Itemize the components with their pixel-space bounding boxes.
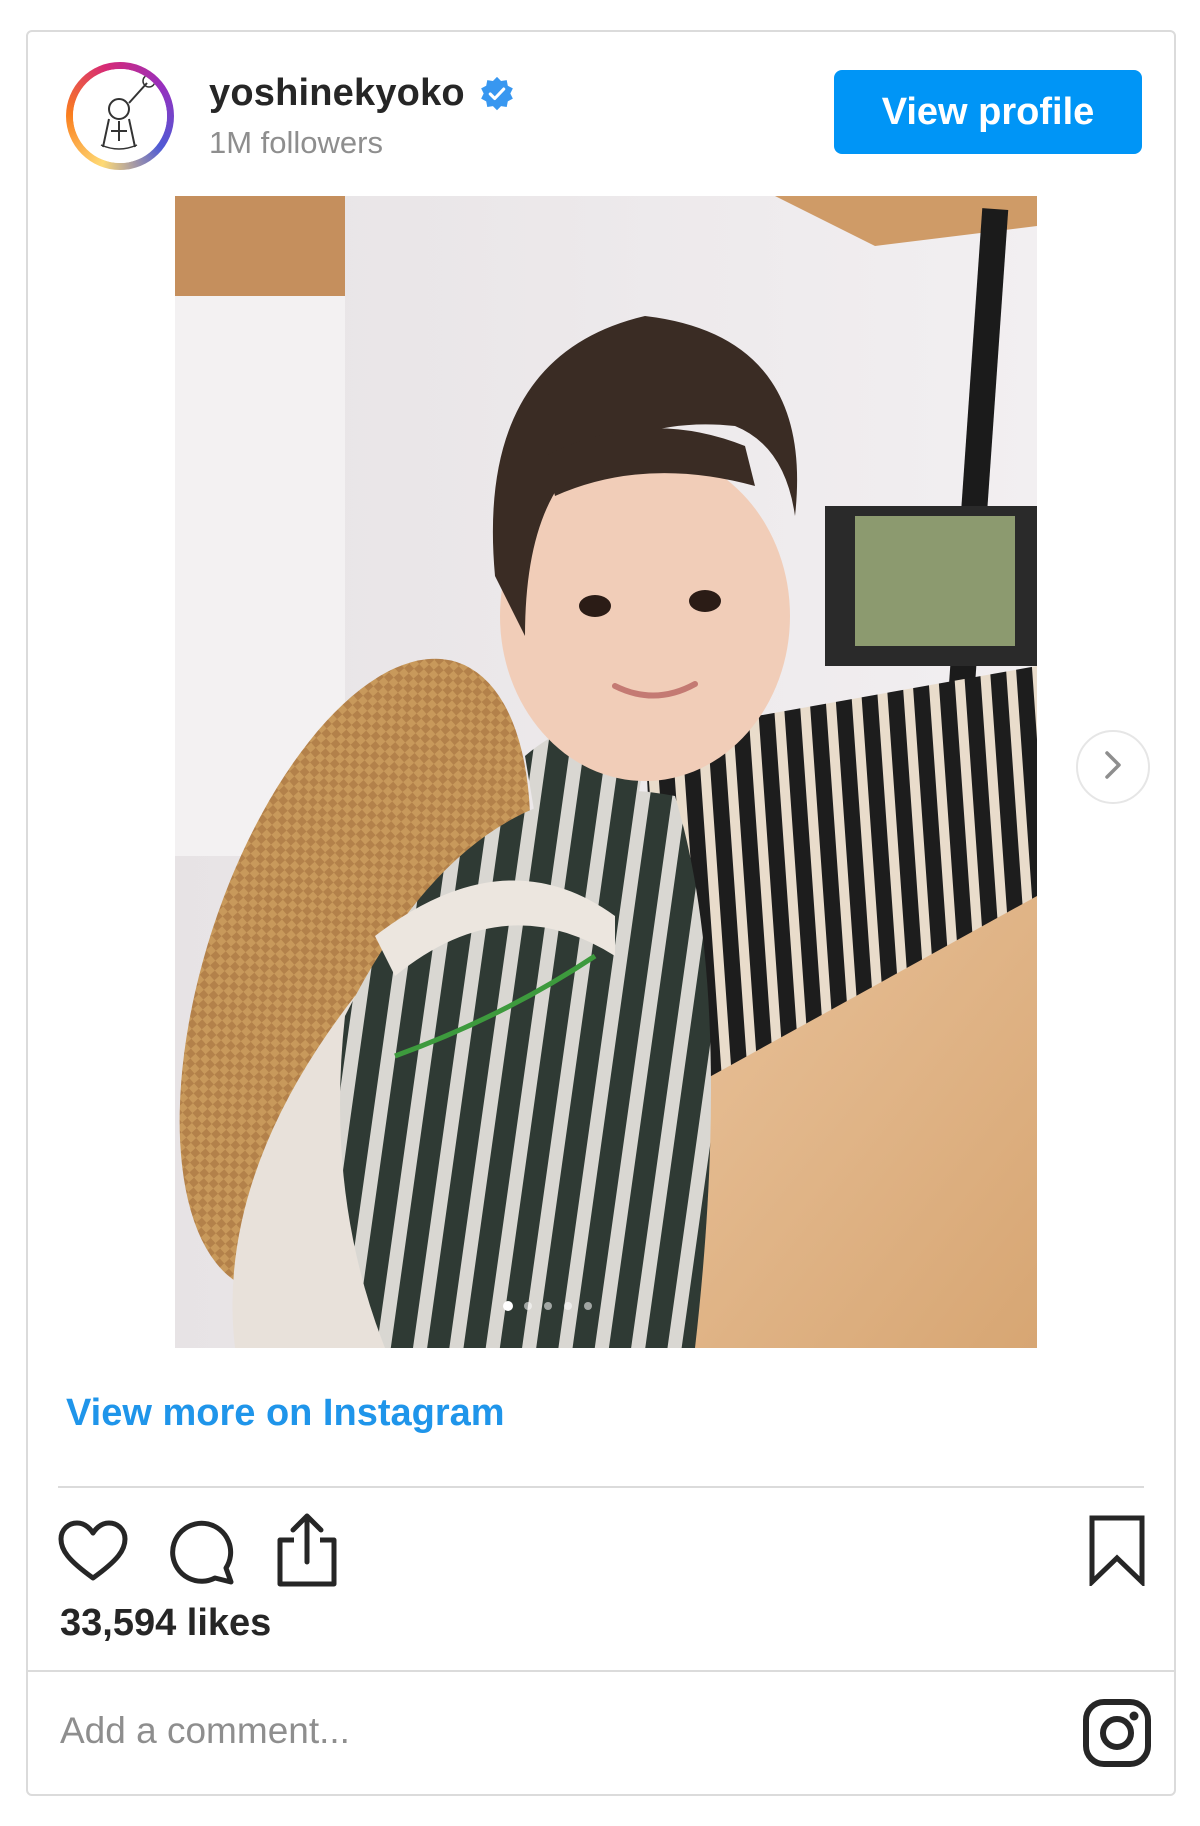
bookmark-icon — [1088, 1515, 1146, 1590]
followers-count: 1M followers — [209, 125, 383, 160]
post-photo[interactable] — [175, 196, 1037, 1348]
username-text[interactable]: yoshinekyoko — [209, 72, 465, 115]
instagram-logo-link[interactable] — [1082, 1698, 1152, 1773]
like-button[interactable] — [58, 1520, 128, 1589]
divider — [58, 1486, 1144, 1488]
chevron-right-icon — [1102, 750, 1124, 785]
heart-icon — [58, 1520, 128, 1588]
divider — [28, 1670, 1174, 1672]
avatar[interactable] — [66, 62, 174, 170]
avatar-image — [73, 69, 167, 163]
comment-icon — [167, 1520, 237, 1590]
instagram-embed-card: yoshinekyoko 1M followers View profile V… — [26, 30, 1176, 1796]
share-button[interactable] — [274, 1512, 340, 1593]
verified-icon — [479, 76, 515, 112]
comment-input[interactable] — [58, 1700, 922, 1762]
instagram-logo-icon — [1082, 1699, 1152, 1772]
view-profile-button[interactable]: View profile — [834, 70, 1142, 154]
next-image-button[interactable] — [1076, 730, 1150, 804]
comment-button[interactable] — [167, 1518, 237, 1591]
likes-count[interactable]: 33,594 likes — [60, 1602, 271, 1645]
view-more-on-instagram-link[interactable]: View more on Instagram — [66, 1392, 505, 1435]
share-icon — [274, 1513, 340, 1592]
username[interactable]: yoshinekyoko — [209, 72, 515, 115]
save-button[interactable] — [1088, 1514, 1146, 1591]
